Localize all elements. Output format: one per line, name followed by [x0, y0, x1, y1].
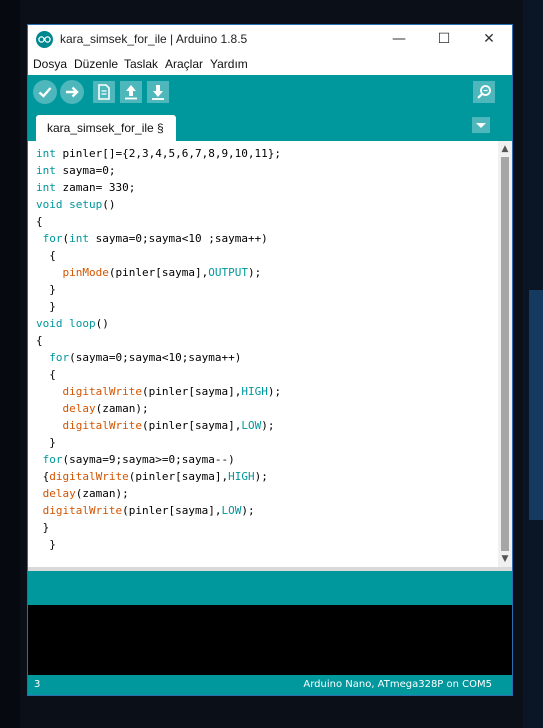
tab-menu-button[interactable]: [472, 117, 490, 133]
scrollbar-thumb[interactable]: [501, 157, 509, 551]
tab-bar: kara_simsek_for_ile §: [28, 109, 512, 141]
code-line: digitalWrite(pinler[sayma],LOW);: [62, 419, 275, 432]
maximize-button[interactable]: ☐: [429, 28, 459, 50]
footer-bar: 3 Arduino Nano, ATmega328P on COM5: [28, 675, 512, 695]
minimize-button[interactable]: —: [384, 28, 414, 50]
tab-sketch[interactable]: kara_simsek_for_ile §: [36, 115, 176, 141]
code-editor[interactable]: int pinler[]={2,3,4,5,6,7,8,9,10,11}; int…: [28, 141, 498, 567]
code-line: delay(zaman);: [62, 402, 149, 415]
scroll-down-arrow-icon[interactable]: ▼: [500, 554, 510, 564]
close-button[interactable]: ✕: [474, 28, 504, 50]
code-line: int sayma=0;: [36, 164, 116, 177]
window-title: kara_simsek_for_ile | Arduino 1.8.5: [60, 32, 248, 46]
code-line: }: [36, 538, 56, 551]
title-bar[interactable]: kara_simsek_for_ile | Arduino 1.8.5 — ☐ …: [28, 25, 512, 55]
open-sketch-icon: [125, 85, 137, 100]
menu-bar: Dosya Düzenle Taslak Araçlar Yardım: [28, 55, 512, 75]
toolbar: [28, 75, 512, 109]
line-number: 3: [34, 679, 41, 690]
code-line: {: [36, 215, 43, 228]
menu-yardim[interactable]: Yardım: [210, 57, 248, 71]
menu-araclar[interactable]: Araçlar: [165, 57, 203, 71]
save-sketch-button[interactable]: [147, 81, 169, 103]
code-line: for(int sayma=0;sayma<10 ;sayma++): [42, 232, 268, 245]
code-line: {digitalWrite(pinler[sayma],HIGH);: [36, 470, 268, 483]
vertical-scrollbar[interactable]: ▲ ▼: [498, 141, 512, 567]
upload-icon: [66, 86, 79, 98]
new-sketch-icon: [98, 84, 110, 100]
verify-icon: [38, 87, 52, 98]
new-sketch-button[interactable]: [93, 81, 115, 103]
scroll-up-arrow-icon[interactable]: ▲: [500, 144, 510, 154]
serial-monitor-icon: [477, 85, 491, 99]
status-bar: [28, 571, 512, 605]
code-line: void setup(): [36, 198, 116, 211]
code-line: }: [36, 521, 50, 534]
code-line: digitalWrite(pinler[sayma],HIGH);: [62, 385, 282, 398]
tab-label: kara_simsek_for_ile §: [47, 121, 164, 135]
serial-monitor-button[interactable]: [473, 81, 495, 103]
open-sketch-button[interactable]: [120, 81, 142, 103]
code-area[interactable]: int pinler[]={2,3,4,5,6,7,8,9,10,11}; int…: [36, 145, 281, 553]
arduino-ide-window: kara_simsek_for_ile | Arduino 1.8.5 — ☐ …: [27, 24, 513, 696]
desktop-background-left: [0, 0, 20, 728]
code-line: {: [36, 368, 56, 381]
save-sketch-icon: [152, 85, 164, 100]
code-line: void loop(): [36, 317, 109, 330]
code-line: int pinler[]={2,3,4,5,6,7,8,9,10,11};: [36, 147, 282, 160]
menu-dosya[interactable]: Dosya: [33, 57, 67, 71]
code-line: pinMode(pinler[sayma],OUTPUT);: [62, 266, 262, 279]
verify-button[interactable]: [33, 80, 57, 104]
code-line: for(sayma=9;sayma>=0;sayma--): [42, 453, 235, 466]
arduino-logo-icon: [36, 31, 53, 48]
code-line: int zaman= 330;: [36, 181, 136, 194]
code-line: }: [36, 300, 56, 313]
code-line: {: [36, 334, 43, 347]
code-line: }: [36, 283, 56, 296]
chevron-down-icon: [476, 123, 486, 128]
code-line: for(sayma=0;sayma<10;sayma++): [49, 351, 242, 364]
menu-taslak[interactable]: Taslak: [124, 57, 158, 71]
code-line: delay(zaman);: [42, 487, 129, 500]
console-output[interactable]: [28, 605, 512, 675]
menu-duzenle[interactable]: Düzenle: [74, 57, 118, 71]
upload-button[interactable]: [60, 80, 84, 104]
code-line: }: [36, 436, 56, 449]
code-line: {: [36, 249, 56, 262]
desktop-wallpaper-glow: [529, 290, 543, 520]
code-line: digitalWrite(pinler[sayma],LOW);: [42, 504, 255, 517]
board-info: Arduino Nano, ATmega328P on COM5: [303, 679, 492, 690]
